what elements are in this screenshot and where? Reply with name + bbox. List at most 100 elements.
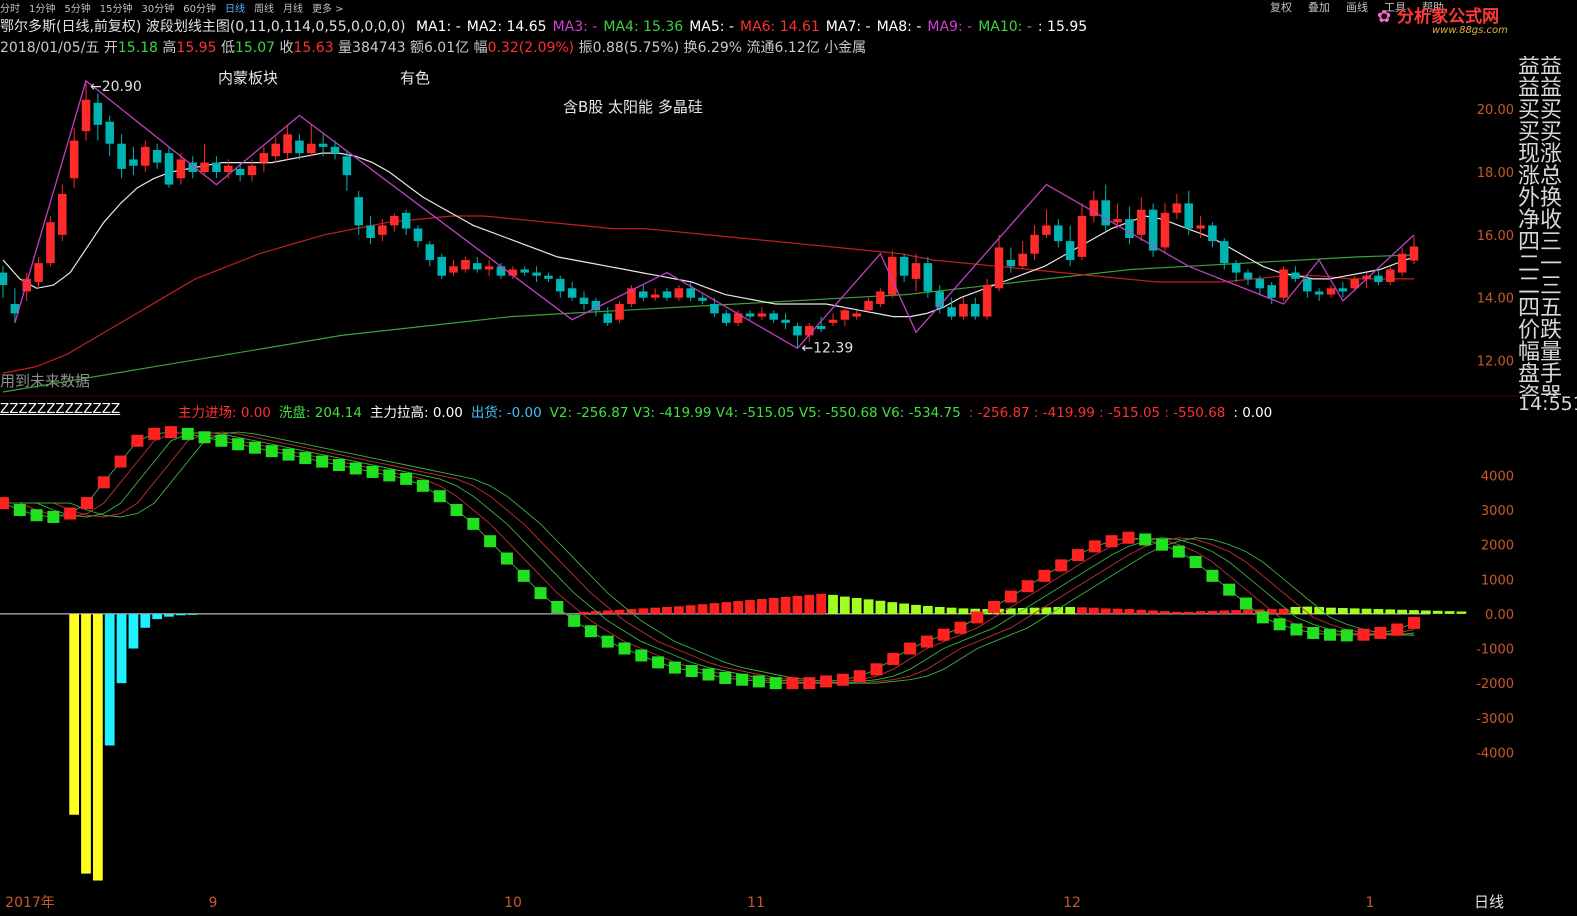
trend-marker	[1273, 618, 1286, 631]
flow-bar	[780, 596, 791, 614]
trend-marker	[1307, 626, 1320, 639]
candle-body	[1125, 219, 1134, 238]
candle-body	[449, 266, 458, 273]
trend-marker	[232, 438, 245, 451]
candle-body	[1231, 263, 1241, 273]
x-axis-label: 12	[1063, 895, 1081, 911]
trend-marker	[1206, 569, 1219, 582]
chart-canvas: 12.00 14.00 16.00 18.00 20.00 ←20.90 ←12.39 400…	[0, 79, 1518, 911]
trend-marker	[584, 625, 597, 638]
trend-marker	[316, 455, 329, 468]
price-tick-label: 16.00	[1477, 229, 1514, 244]
candle-body	[1065, 241, 1075, 260]
indicator-tick-label: -3000	[1476, 712, 1514, 727]
candle-body	[1279, 269, 1288, 298]
flow-bar	[745, 600, 755, 614]
candle-body	[757, 313, 767, 317]
trend-marker	[870, 663, 883, 676]
candle-body	[532, 272, 541, 276]
candle-body	[105, 121, 114, 144]
trend-marker	[97, 476, 110, 489]
flow-bar	[1337, 608, 1348, 614]
candle-body	[982, 285, 992, 317]
candle-body	[1042, 225, 1051, 235]
flow-bar	[875, 600, 886, 614]
x-axis-label: 10	[504, 895, 522, 911]
indicator-tick-label: 4000	[1481, 469, 1514, 484]
trend-marker	[534, 587, 547, 600]
candle-body	[164, 153, 174, 185]
ribbon-line	[3, 431, 1415, 684]
trend-marker	[668, 661, 681, 674]
trend-marker	[1004, 590, 1017, 603]
candle-body	[330, 146, 340, 154]
x-axis-label: 9	[209, 895, 218, 911]
candle-body	[224, 165, 233, 172]
candle-body	[852, 313, 861, 317]
trend-marker	[1021, 580, 1034, 593]
flow-bar	[1290, 606, 1301, 614]
trend-marker	[80, 497, 93, 510]
trend-marker	[685, 665, 698, 678]
candle-body	[473, 263, 482, 270]
trend-marker	[1139, 533, 1152, 546]
candle-body	[947, 307, 956, 317]
trend-marker	[13, 504, 26, 517]
trend-marker	[215, 434, 228, 447]
flow-bar	[839, 596, 850, 614]
candle-body	[899, 256, 909, 276]
trend-marker	[248, 441, 261, 454]
flow-bar	[816, 593, 827, 614]
flow-bar	[1373, 609, 1384, 614]
flow-bar	[887, 602, 898, 614]
flow-bar	[1420, 610, 1431, 614]
trend-marker	[904, 642, 917, 655]
flow-bar	[1136, 609, 1147, 614]
candle-body	[840, 310, 850, 320]
ribbon-line	[2, 431, 1415, 684]
candle-body	[259, 153, 269, 163]
flow-bar	[1148, 610, 1159, 614]
candle-body	[69, 140, 79, 179]
candle-body	[81, 99, 91, 132]
candle-body	[117, 143, 126, 169]
cyan-bar	[152, 613, 163, 620]
price-tick-label: 18.00	[1477, 166, 1514, 181]
trend-marker	[1055, 559, 1068, 572]
candle-body	[615, 304, 624, 320]
flow-bar	[922, 605, 933, 614]
trend-marker	[64, 507, 77, 520]
candle-body	[828, 319, 838, 323]
trend-marker	[820, 675, 833, 688]
flow-bar	[1219, 610, 1230, 614]
flow-bar	[602, 610, 613, 614]
candle-body	[793, 326, 802, 336]
flow-bar	[768, 597, 779, 614]
candle-body	[129, 159, 138, 166]
trend-marker	[0, 497, 9, 510]
flow-bar	[733, 601, 744, 614]
flow-bar	[1195, 611, 1206, 614]
flow-bar	[1171, 611, 1182, 614]
flow-bar	[1065, 606, 1076, 614]
candle-body	[722, 313, 731, 323]
trend-marker	[1156, 538, 1169, 551]
candle-body	[579, 297, 589, 304]
candle-body	[816, 326, 826, 330]
candle-body	[318, 143, 328, 147]
trend-marker	[853, 670, 866, 683]
trend-marker	[937, 628, 950, 641]
candle-body	[1030, 234, 1039, 254]
candle-body	[1054, 225, 1063, 242]
flow-bar	[899, 603, 910, 614]
indicator-tick-label: -4000	[1476, 746, 1514, 761]
candle-body	[567, 288, 577, 298]
cyan-bar	[175, 613, 186, 616]
trend-marker	[181, 427, 194, 440]
trend-marker	[954, 621, 967, 634]
trend-marker	[1189, 555, 1202, 568]
trend-marker	[383, 469, 396, 482]
candle-body	[152, 150, 162, 163]
candle-body	[247, 165, 257, 176]
trend-marker	[1072, 549, 1085, 562]
